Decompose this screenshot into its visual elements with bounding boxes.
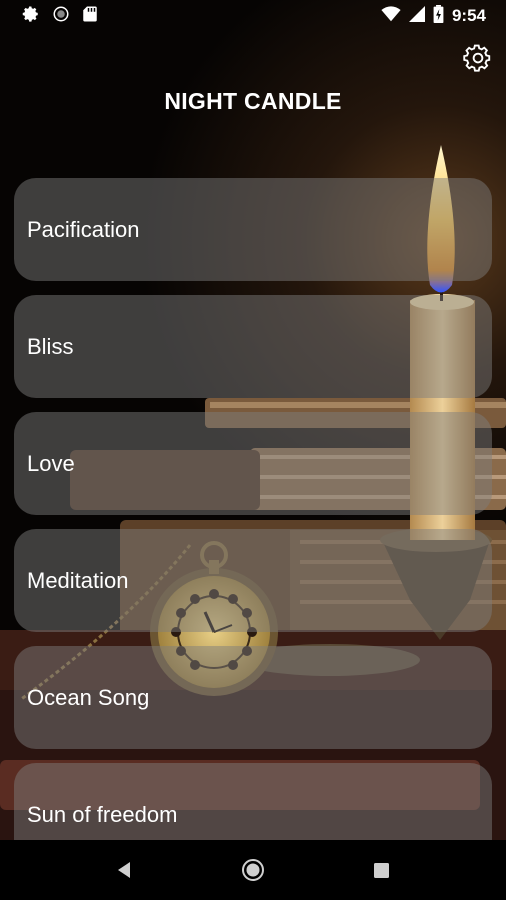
sync-icon [52,5,70,28]
home-icon [241,859,264,881]
list-item-meditation[interactable]: Meditation [14,529,492,632]
home-button[interactable] [229,846,277,894]
gear-icon [463,44,491,72]
list-item-label: Sun of freedom [27,801,178,827]
back-icon [118,862,131,878]
list-item-label: Bliss [27,333,74,359]
app-title: NIGHT CANDLE [164,88,342,114]
gear-icon [22,5,40,28]
status-bar: 9:54 [0,0,506,32]
battery-icon [433,4,444,28]
list-item-bliss[interactable]: Bliss [14,295,492,398]
list-item-label: Pacification [27,216,140,242]
back-button[interactable] [100,846,148,894]
list-item-pacification[interactable]: Pacification [14,178,492,281]
list-item-label: Meditation [27,567,129,593]
signal-icon [408,5,425,27]
list-item-ocean-song[interactable]: Ocean Song [14,646,492,749]
recents-button[interactable] [358,846,406,894]
list-item-love[interactable]: Love [14,412,492,515]
navigation-bar [0,840,506,900]
wifi-icon [381,5,401,27]
list-item-label: Love [27,450,75,476]
list-item-label: Ocean Song [27,684,150,710]
sd-card-icon [82,5,98,28]
sound-list: Pacification Bliss Love Meditation Ocean… [14,178,492,880]
recents-icon [374,862,390,878]
status-time: 9:54 [451,6,486,25]
settings-button[interactable] [460,40,496,76]
